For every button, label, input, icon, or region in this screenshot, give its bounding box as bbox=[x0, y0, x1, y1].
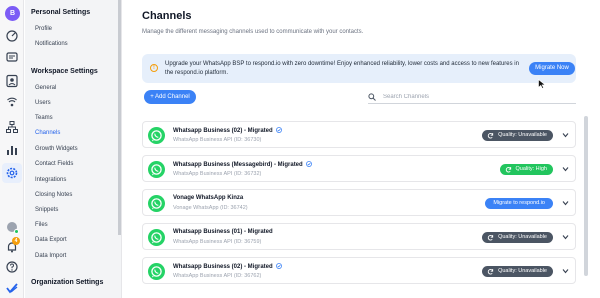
channel-subtitle: WhatsApp Business API (ID: 36762) bbox=[173, 273, 262, 279]
migration-banner: ! Upgrade your WhatsApp BSP to respond.i… bbox=[142, 54, 576, 83]
chevron-down-icon[interactable] bbox=[562, 166, 569, 172]
sidebar-item-growth-widgets[interactable]: Growth Widgets bbox=[35, 146, 78, 152]
messages-icon[interactable] bbox=[5, 51, 19, 65]
banner-text: Upgrade your WhatsApp BSP to respond.io … bbox=[165, 61, 519, 76]
dashboard-icon[interactable] bbox=[5, 28, 19, 42]
channel-name: Vonage WhatsApp Kinza bbox=[173, 195, 244, 201]
verified-icon bbox=[305, 161, 312, 167]
sidebar-scrollbar[interactable] bbox=[118, 0, 121, 235]
settings-gear-icon[interactable] bbox=[5, 166, 19, 180]
broadcast-icon[interactable] bbox=[5, 97, 19, 111]
sidebar-item-profile[interactable]: Profile bbox=[35, 26, 52, 32]
verified-icon bbox=[275, 263, 282, 269]
whatsapp-icon bbox=[148, 161, 165, 178]
verified-icon bbox=[275, 127, 282, 133]
channel-name: Whatsapp Business (01) - Migrated bbox=[173, 229, 273, 235]
contacts-icon[interactable] bbox=[5, 74, 19, 88]
main-scrollbar[interactable] bbox=[584, 116, 588, 276]
channel-row[interactable]: Whatsapp Business (02) - Migrated WhatsA… bbox=[142, 121, 576, 148]
respond-logo-icon bbox=[5, 281, 19, 295]
whatsapp-icon bbox=[148, 263, 165, 280]
settings-sidebar: Personal Settings Profile Notifications … bbox=[24, 0, 122, 298]
sidebar-item-users[interactable]: Users bbox=[35, 100, 51, 106]
add-channel-button[interactable]: + Add Channel bbox=[144, 90, 196, 104]
main-content: Channels Manage the different messaging … bbox=[122, 0, 600, 298]
sidebar-item-integrations[interactable]: Integrations bbox=[35, 177, 66, 183]
channel-row[interactable]: Vonage WhatsApp Kinza Vonage WhatsApp (I… bbox=[142, 189, 576, 216]
sidebar-item-closing-notes[interactable]: Closing Notes bbox=[35, 192, 72, 198]
quality-status-badge: Quality: Unavailable bbox=[482, 232, 553, 243]
sidebar-item-data-export[interactable]: Data Export bbox=[35, 237, 67, 243]
sidebar-item-notifications[interactable]: Notifications bbox=[35, 41, 68, 47]
page-subtitle: Manage the different messaging channels … bbox=[142, 29, 364, 35]
whatsapp-icon bbox=[148, 195, 165, 212]
channel-subtitle: WhatsApp Business API (ID: 36730) bbox=[173, 137, 262, 143]
sidebar-item-files[interactable]: Files bbox=[35, 222, 48, 228]
quality-status-badge: Quality: Unavailable bbox=[482, 266, 553, 277]
search-channels bbox=[368, 92, 576, 104]
help-icon[interactable] bbox=[5, 260, 19, 274]
app-window: B 4 Personal Settings Profile Notificati… bbox=[0, 0, 600, 298]
notification-count-badge: 4 bbox=[12, 237, 20, 245]
mouse-cursor-icon bbox=[538, 79, 546, 89]
sidebar-item-contact-fields[interactable]: Contact Fields bbox=[35, 161, 73, 167]
channel-subtitle: WhatsApp Business API (ID: 36732) bbox=[173, 171, 262, 177]
search-icon bbox=[368, 93, 376, 101]
channel-list: Whatsapp Business (02) - Migrated WhatsA… bbox=[122, 116, 584, 298]
channel-row[interactable]: Whatsapp Business (01) - Migrated WhatsA… bbox=[142, 223, 576, 250]
search-input[interactable] bbox=[383, 92, 573, 102]
quality-status-badge: Quality: Unavailable bbox=[482, 130, 553, 141]
info-icon: ! bbox=[150, 64, 158, 72]
migrate-to-respond-button[interactable]: Migrate to respond.io bbox=[485, 198, 553, 209]
channel-row[interactable]: Whatsapp Business (Messagebird) - Migrat… bbox=[142, 155, 576, 182]
refresh-icon bbox=[505, 167, 511, 173]
quality-status-badge: Quality: High bbox=[499, 164, 553, 175]
sidebar-item-general[interactable]: General bbox=[35, 85, 56, 91]
organization-settings-heading: Organization Settings bbox=[31, 279, 104, 286]
whatsapp-icon bbox=[148, 127, 165, 144]
channel-name: Whatsapp Business (02) - Migrated bbox=[173, 127, 282, 134]
workspace-avatar[interactable]: B bbox=[5, 6, 20, 21]
refresh-icon bbox=[487, 133, 494, 139]
icon-rail: B 4 bbox=[0, 0, 24, 298]
sidebar-item-data-import[interactable]: Data Import bbox=[35, 253, 66, 259]
sidebar-item-channels[interactable]: Channels bbox=[24, 126, 122, 140]
page-title: Channels bbox=[142, 10, 192, 22]
channel-row[interactable]: Whatsapp Business (02) - Migrated WhatsA… bbox=[142, 257, 576, 284]
whatsapp-icon bbox=[148, 229, 165, 246]
migrate-now-button[interactable]: Migrate Now bbox=[529, 62, 575, 75]
chevron-down-icon[interactable] bbox=[562, 200, 569, 206]
chevron-down-icon[interactable] bbox=[562, 268, 569, 274]
chevron-down-icon[interactable] bbox=[562, 132, 569, 138]
reports-icon[interactable] bbox=[5, 143, 19, 157]
channel-subtitle: WhatsApp Business API (ID: 36759) bbox=[173, 239, 262, 245]
sidebar-item-snippets[interactable]: Snippets bbox=[35, 207, 58, 213]
sidebar-item-teams[interactable]: Teams bbox=[35, 115, 53, 121]
channel-name: Whatsapp Business (02) - Migrated bbox=[173, 263, 282, 270]
online-status-dot bbox=[14, 229, 19, 234]
workflows-icon[interactable] bbox=[5, 120, 19, 134]
channel-name: Whatsapp Business (Messagebird) - Migrat… bbox=[173, 161, 312, 168]
refresh-icon bbox=[487, 269, 494, 275]
channel-subtitle: Vonage WhatsApp (ID: 36742) bbox=[173, 205, 248, 211]
chevron-down-icon[interactable] bbox=[562, 234, 569, 240]
workspace-settings-heading: Workspace Settings bbox=[31, 68, 98, 75]
refresh-icon bbox=[487, 235, 494, 241]
personal-settings-heading: Personal Settings bbox=[31, 9, 91, 16]
